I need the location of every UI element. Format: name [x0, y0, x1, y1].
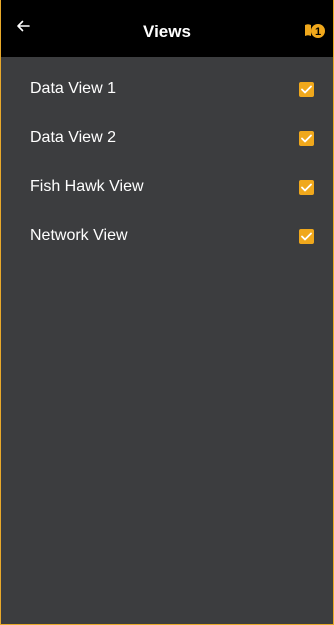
list-item-network-view[interactable]: Network View — [1, 204, 333, 253]
app-header: Views 1 — [1, 0, 333, 57]
list-item-fish-hawk-view[interactable]: Fish Hawk View — [1, 155, 333, 204]
checkmark-icon — [301, 85, 312, 94]
checkmark-icon — [301, 232, 312, 241]
list-item-label: Fish Hawk View — [30, 178, 144, 195]
checkmark-icon — [301, 183, 312, 192]
notification-count: 1 — [315, 26, 321, 38]
checkmark-icon — [301, 134, 312, 143]
list-item-data-view-1[interactable]: Data View 1 — [1, 57, 333, 106]
arrow-left-icon — [16, 19, 30, 38]
list-item-label: Data View 1 — [30, 80, 116, 97]
checkbox-checked[interactable] — [299, 180, 314, 195]
page-title: Views — [143, 22, 191, 41]
alert-badge-icon: 1 — [305, 24, 325, 38]
checkbox-checked[interactable] — [299, 229, 314, 244]
notification-button[interactable]: 1 — [303, 22, 329, 42]
back-button[interactable] — [9, 14, 37, 42]
views-screen: Views 1 Data View 1 Data View 2 Fish Haw… — [0, 0, 334, 625]
views-list: Data View 1 Data View 2 Fish Hawk View N… — [1, 57, 333, 253]
list-item-data-view-2[interactable]: Data View 2 — [1, 106, 333, 155]
list-item-label: Data View 2 — [30, 129, 116, 146]
checkbox-checked[interactable] — [299, 131, 314, 146]
list-item-label: Network View — [30, 227, 128, 244]
checkbox-checked[interactable] — [299, 82, 314, 97]
